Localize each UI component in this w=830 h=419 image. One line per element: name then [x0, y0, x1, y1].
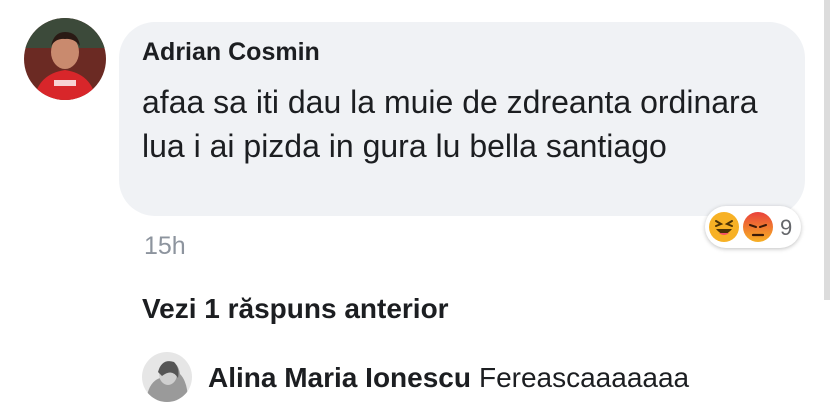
reply-avatar[interactable] — [142, 352, 192, 402]
reactions-badge[interactable]: 9 — [705, 206, 801, 248]
reply-author[interactable]: Alina Maria Ionescu — [208, 362, 471, 393]
comment-timestamp[interactable]: 15h — [144, 232, 186, 261]
scrollbar[interactable] — [824, 0, 830, 300]
view-previous-replies-link[interactable]: Vezi 1 răspuns anterior — [142, 293, 449, 325]
haha-icon — [709, 212, 739, 242]
reply-item: Alina Maria Ionescu Fereascaaaaaaa — [208, 362, 689, 394]
commenter-avatar[interactable] — [24, 18, 106, 100]
angry-icon — [743, 212, 773, 242]
comment-author[interactable]: Adrian Cosmin — [142, 38, 320, 67]
comment-text: afaa sa iti dau la muie de zdreanta ordi… — [142, 84, 758, 164]
reply-text: Fereascaaaaaaa — [478, 362, 690, 393]
reaction-count: 9 — [780, 215, 793, 240]
